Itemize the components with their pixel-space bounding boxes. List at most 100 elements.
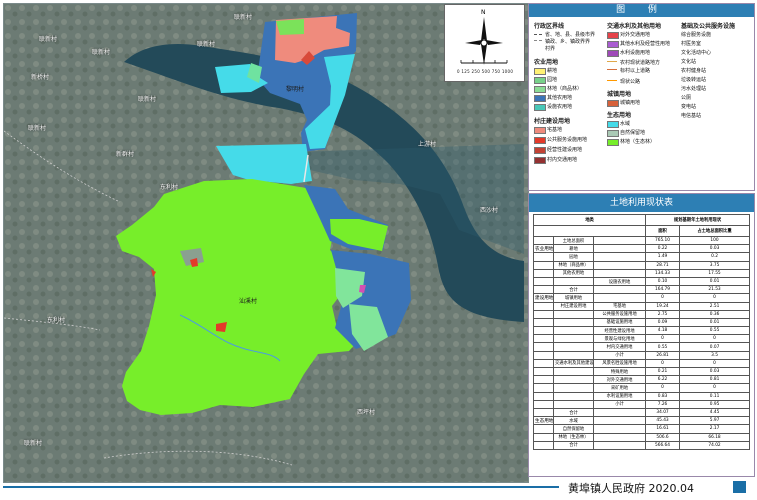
table-cell: 0.55: [679, 326, 751, 336]
table-cell: [533, 342, 554, 352]
legend-line-admin-1: [534, 34, 542, 35]
table-row: 合计 164.79 21.53: [533, 285, 751, 295]
legend-item: 农村现状道路地方: [620, 60, 661, 66]
table-cell: 0: [679, 334, 751, 344]
table-row: 设施农用地 0.10 0.01: [533, 276, 751, 287]
legend-item: 水域: [620, 121, 631, 127]
village-label: 东利村: [47, 317, 66, 324]
footer-rule: [3, 486, 559, 488]
table-cell: 水域: [553, 416, 594, 426]
village-label: 联新村: [138, 96, 157, 103]
table-cell: 农业用地: [533, 244, 554, 254]
table-cell: 21.53: [679, 285, 751, 295]
table-cell: [533, 276, 554, 287]
table-cell: 采矿用地: [592, 383, 647, 393]
table-cell: 2.75: [645, 309, 681, 319]
table-cell: [533, 317, 554, 328]
legend-swatch: [534, 147, 546, 154]
table-cell: 0.07: [679, 342, 751, 352]
table-cell: [533, 235, 554, 246]
table-row: 对外交通用地 6.22 0.81: [533, 375, 751, 385]
legend-item: 综合服务设施: [681, 32, 712, 38]
table-row: 村内交通用地 0.55 0.07: [533, 342, 751, 352]
table-row: 村庄建设用地 宅基地 19.24 2.51: [533, 301, 751, 311]
table-cell: 城镇用地: [553, 293, 594, 303]
table-cell: 17.55: [679, 268, 751, 278]
table-cell: 0.95: [679, 399, 751, 409]
land-use-table: 地类 规划基期年土地利用现状 面积 占土地总面积比重 土地总面积 765.10 10…: [532, 214, 751, 450]
table-cell: [553, 317, 594, 328]
legend-item: 村医务室: [681, 41, 702, 47]
table-cell: [592, 440, 647, 450]
table-cell: 0.83: [645, 391, 681, 401]
table-cell: 0: [679, 358, 751, 369]
legend-group-traffic: 交通水利及其他用地: [607, 23, 662, 30]
table-cell: [553, 399, 594, 409]
table-row: 基础设施用地 0.09 0.01: [533, 317, 751, 328]
table-cell: 26.81: [645, 350, 681, 360]
table-cell: [592, 244, 647, 254]
table-header-share: 占土地总面积比重: [679, 225, 751, 237]
village-label: 联新村: [28, 125, 47, 132]
table-cell: 景观与绿化用地: [592, 334, 647, 344]
table-cell: 建设用地: [533, 293, 554, 303]
table-cell: 34.07: [645, 407, 681, 418]
village-label: 新桥村: [31, 74, 50, 81]
legend-swatch: [607, 139, 619, 146]
table-cell: [592, 416, 647, 426]
table-cell: [533, 432, 554, 442]
village-label: 联新村: [24, 440, 43, 447]
legend-group-agri: 农业用地: [534, 59, 559, 66]
table-cell: 特殊用地: [592, 366, 647, 377]
table-cell: [553, 383, 594, 393]
table-cell: 0: [645, 293, 681, 303]
village-label: 联新村: [197, 41, 216, 48]
legend-line-admin-2: [534, 40, 542, 41]
table-cell: 0.11: [679, 391, 751, 401]
table-cell: [592, 235, 647, 246]
table-cell: 28.71: [645, 260, 681, 270]
table-cell: [533, 301, 554, 311]
table-cell: 公共服务设施用地: [592, 309, 647, 319]
table-cell: 村内交通用地: [592, 342, 647, 352]
table-cell: 合计: [553, 407, 594, 418]
table-cell: 134.33: [645, 268, 681, 278]
legend-swatch: [607, 50, 619, 57]
table-cell: 0: [645, 383, 681, 393]
table-cell: 3.5: [679, 350, 751, 360]
legend-line: [607, 61, 617, 62]
legend-line: [607, 80, 617, 81]
north-arrow-panel: N 0 125 250 500 750 1000: [444, 4, 525, 82]
legend-item: 标村以上道路: [620, 68, 651, 74]
table-cell: 小计: [592, 350, 647, 360]
village-label: 联新村: [234, 14, 253, 21]
table-cell: 园地: [553, 252, 594, 262]
legend-item: 变电站: [681, 104, 697, 110]
table-header-status: 规划基期年土地利用现状: [645, 214, 751, 226]
table-cell: [533, 440, 554, 450]
table-row: 园地 1.49 0.2: [533, 252, 751, 262]
table-cell: [592, 252, 647, 262]
table-cell: [533, 326, 554, 336]
legend-swatch: [534, 157, 546, 164]
table-row: 小计 7.26 0.95: [533, 399, 751, 409]
legend-panel: 图 例 行政区界线 省、地、县、县级市界 镇政、乡、镇政界界 村界 农业用地 耕…: [528, 3, 755, 191]
legend-item: 镇政、乡、镇政界界: [545, 39, 591, 45]
table-cell: 基础设施用地: [592, 317, 647, 328]
table-row: 林地（商品林） 28.71 3.75: [533, 260, 751, 270]
table-cell: 6.22: [645, 375, 681, 385]
land-use-table-panel: 土地利用现状表 地类 规划基期年土地利用现状 面积 占土地总面积比重 土地总面积…: [528, 193, 755, 477]
table-cell: 765.10: [645, 235, 681, 246]
legend-item: 公厕: [681, 95, 692, 101]
table-cell: [553, 334, 594, 344]
table-cell: [553, 309, 594, 319]
legend-group-town: 城镇用地: [607, 91, 632, 98]
village-label: 上游村: [418, 141, 437, 148]
table-cell: 3.75: [679, 260, 751, 270]
legend-swatch: [534, 77, 546, 84]
legend-item: 农村健身站: [681, 68, 707, 74]
table-cell: [533, 350, 554, 360]
table-title: 土地利用现状表: [529, 194, 754, 212]
table-cell: 0.36: [679, 309, 751, 319]
village-label: 联新村: [39, 36, 58, 43]
